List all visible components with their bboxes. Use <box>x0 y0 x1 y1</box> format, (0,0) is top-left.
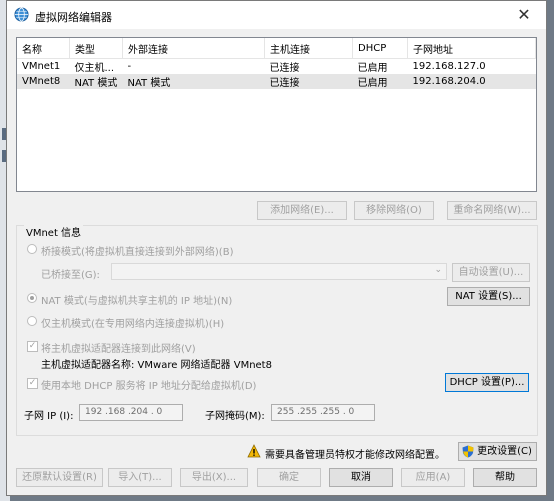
connect-adapter-checkbox[interactable]: ✓ <box>27 341 38 352</box>
vmnet-info-label: VMnet 信息 <box>24 224 84 239</box>
uac-shield-icon <box>462 445 474 458</box>
table-header-row: 名称 类型 外部连接 主机连接 DHCP 子网地址 <box>17 38 536 59</box>
host-only-radio[interactable] <box>27 316 37 326</box>
connect-adapter-label: 将主机虚拟适配器连接到此网络(V) <box>41 344 196 355</box>
bridged-to-label: 已桥接至(G): <box>41 270 100 281</box>
table-cell: - <box>127 61 132 72</box>
ok-button[interactable]: 确定 <box>257 468 321 487</box>
window-title: 虚拟网络编辑器 <box>35 11 112 24</box>
column-header-name[interactable]: 名称 <box>17 38 70 59</box>
column-header-host[interactable]: 主机连接 <box>264 38 353 59</box>
import-button[interactable]: 导入(T)... <box>108 468 172 487</box>
use-dhcp-checkbox[interactable]: ✓ <box>27 378 38 389</box>
bridged-to-select[interactable]: ⌄ <box>111 263 447 280</box>
remove-network-button[interactable]: 移除网络(O) <box>354 201 434 220</box>
table-cell: 已启用 <box>357 63 388 74</box>
subnet-mask-label: 子网掩码(M): <box>205 411 265 422</box>
auto-settings-button[interactable]: 自动设置(U)... <box>452 263 530 282</box>
table-row-vmnet8[interactable]: VMnet8 NAT 模式 NAT 模式 已连接 已启用 192.168.204… <box>17 74 536 89</box>
table-cell: 192.168.127.0 <box>412 61 486 72</box>
nat-mode-radio[interactable] <box>27 293 37 303</box>
warning-icon <box>247 444 261 458</box>
table-cell: VMnet8 <box>17 74 70 89</box>
subnet-ip-label: 子网 IP (I): <box>24 411 74 422</box>
nat-settings-button[interactable]: NAT 设置(S)... <box>447 287 530 306</box>
nat-mode-label: NAT 模式(与虚拟机共享主机的 IP 地址)(N) <box>41 296 233 307</box>
column-header-dhcp[interactable]: DHCP <box>352 38 408 59</box>
help-button[interactable]: 帮助 <box>473 468 537 487</box>
column-header-external[interactable]: 外部连接 <box>122 38 265 59</box>
column-header-type[interactable]: 类型 <box>69 38 123 59</box>
network-table: 名称 类型 外部连接 主机连接 DHCP 子网地址 VMnet1 仅主机... … <box>17 38 536 89</box>
network-globe-icon <box>14 7 29 22</box>
table-cell: NAT 模式 <box>122 74 265 89</box>
title-bar: 虚拟网络编辑器 ✕ <box>7 1 546 29</box>
virtual-network-editor-window: 虚拟网络编辑器 ✕ 名称 类型 外部连接 主机连接 DHCP 子网地址 VMne… <box>6 0 547 496</box>
change-settings-label: 更改设置(C) <box>477 446 532 457</box>
bridge-mode-label: 桥接模式(将虚拟机直接连接到外部网络)(B) <box>41 247 234 258</box>
table-cell: 已启用 <box>352 74 408 89</box>
use-dhcp-label: 使用本地 DHCP 服务将 IP 地址分配给虚拟机(D) <box>41 381 257 392</box>
adapter-name-text: 主机虚拟适配器名称: VMware 网络适配器 VMnet8 <box>41 360 272 371</box>
subnet-ip-input[interactable]: 192 .168 .204 . 0 <box>79 404 183 421</box>
admin-notice: 需要具备管理员特权才能修改网络配置。 <box>265 450 445 461</box>
table-cell: 192.168.204.0 <box>407 74 536 89</box>
close-button[interactable]: ✕ <box>512 4 536 26</box>
table-cell: VMnet1 <box>22 61 61 72</box>
column-header-subnet[interactable]: 子网地址 <box>407 38 536 59</box>
apply-button[interactable]: 应用(A) <box>401 468 465 487</box>
chevron-down-icon: ⌄ <box>434 265 442 275</box>
subnet-mask-input[interactable]: 255 .255 .255 . 0 <box>271 404 375 421</box>
dhcp-settings-button[interactable]: DHCP 设置(P)... <box>445 373 529 392</box>
table-cell: 仅主机... <box>74 63 115 74</box>
bridge-mode-radio[interactable] <box>27 244 37 254</box>
add-network-button[interactable]: 添加网络(E)... <box>257 201 347 220</box>
export-button[interactable]: 导出(X)... <box>180 468 248 487</box>
table-cell: 已连接 <box>269 63 300 74</box>
cancel-button[interactable]: 取消 <box>329 468 393 487</box>
network-list[interactable]: 名称 类型 外部连接 主机连接 DHCP 子网地址 VMnet1 仅主机... … <box>16 37 537 192</box>
radio-selected-dot <box>30 296 34 300</box>
change-settings-button[interactable]: 更改设置(C) <box>458 442 537 461</box>
restore-defaults-button[interactable]: 还原默认设置(R) <box>16 468 103 487</box>
rename-network-button[interactable]: 重命名网络(W)... <box>447 201 537 220</box>
table-row-vmnet1[interactable]: VMnet1 仅主机... - 已连接 已启用 192.168.127.0 <box>17 59 536 74</box>
table-cell: 已连接 <box>264 74 353 89</box>
table-cell: NAT 模式 <box>69 74 123 89</box>
host-only-label: 仅主机模式(在专用网络内连接虚拟机)(H) <box>41 319 225 330</box>
